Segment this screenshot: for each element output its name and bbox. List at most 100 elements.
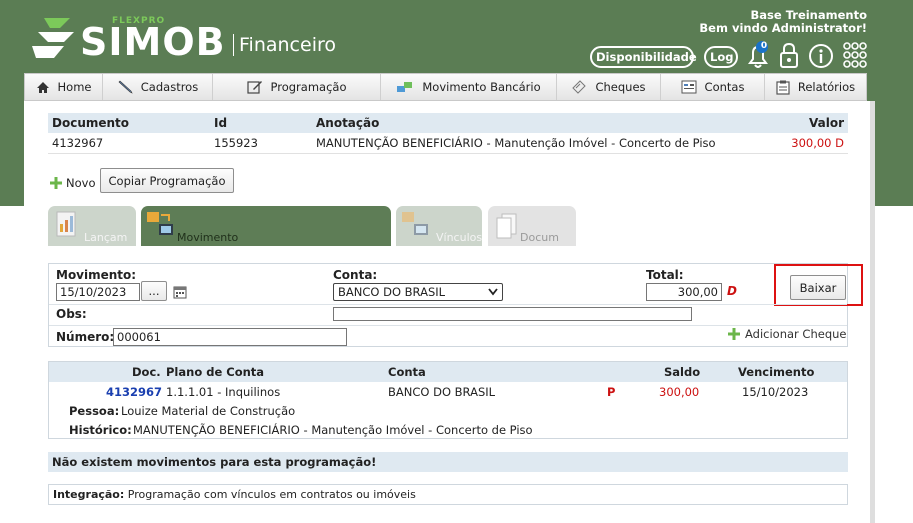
movement-historico-row: Histórico: MANUTENÇÃO BENEFICIÁRIO - Man… — [49, 420, 847, 440]
nav-home[interactable]: Home — [25, 74, 103, 100]
movement-saldo: 300,00 — [659, 385, 700, 399]
novo-link[interactable]: Novo — [50, 176, 95, 190]
report-icon — [776, 80, 790, 95]
adicionar-cheque-link[interactable]: Adicionar Cheque — [728, 327, 847, 341]
total-flag: D — [727, 284, 737, 298]
total-label: Total: — [646, 268, 684, 282]
integracao-info: Integração: Programação com vínculos em … — [48, 484, 848, 505]
documents-icon — [496, 213, 517, 239]
total-input[interactable]: 300,00 — [646, 283, 722, 301]
main-nav: Home Cadastros Programação Movimento Ban… — [24, 73, 867, 101]
col-anotacao: Anotação — [312, 113, 768, 133]
nav-programacao-label: Programação — [270, 80, 347, 94]
edit-icon — [246, 81, 262, 94]
col-saldo: Saldo — [664, 365, 701, 379]
obs-textarea[interactable] — [333, 307, 692, 321]
availability-button[interactable]: Disponibilidade — [590, 46, 697, 68]
col-id: Id — [210, 113, 312, 133]
nav-contas[interactable]: Contas — [661, 74, 765, 100]
movement-pessoa-row: Pessoa: Louize Material de Construção — [49, 401, 847, 421]
cell-documento: 4132967 — [48, 133, 210, 154]
movements-table: Doc. Plano de Conta Conta Saldo Vencimen… — [48, 361, 848, 439]
form-divider — [49, 304, 847, 305]
tab-documentos[interactable]: Docum — [488, 206, 576, 246]
tab-lancamentos[interactable]: Lançam — [48, 206, 136, 246]
log-button[interactable]: Log — [704, 46, 738, 68]
integracao-label: Integração: — [53, 488, 125, 501]
logo-swoosh-icon — [32, 18, 74, 58]
pencil-icon — [118, 80, 133, 94]
document-table: Documento Id Anotação Valor 4132967 1559… — [48, 113, 848, 154]
obs-label: Obs: — [56, 307, 87, 321]
col-doc: Doc. — [132, 365, 161, 379]
lock-icon[interactable] — [778, 41, 800, 71]
nav-cheques[interactable]: Cheques — [557, 74, 661, 100]
app-logo: FLEXPRO SIMOB Financeiro — [30, 14, 350, 64]
cell-id: 155923 — [210, 133, 312, 154]
nav-contas-label: Contas — [704, 80, 745, 94]
accounts-icon — [681, 80, 697, 94]
numero-input[interactable]: 000061 — [113, 328, 347, 346]
col-valor: Valor — [768, 113, 848, 133]
date-picker-button[interactable]: ... — [141, 281, 167, 301]
nav-home-label: Home — [57, 80, 92, 94]
integracao-value: Programação com vínculos em contratos ou… — [127, 488, 416, 501]
conta-select-value: BANCO DO BRASIL — [338, 285, 446, 299]
col-documento: Documento — [48, 113, 210, 133]
movimento-date-input[interactable]: 15/10/2023 — [56, 283, 140, 301]
plus-icon — [728, 328, 740, 340]
tab-movimento[interactable]: Movimento — [141, 206, 391, 246]
logo-module: Financeiro — [233, 34, 336, 56]
col-vencimento: Vencimento — [738, 365, 815, 379]
movement-conta: BANCO DO BRASIL — [388, 385, 496, 399]
copiar-programacao-button[interactable]: Copiar Programação — [100, 168, 234, 193]
nav-relatorios-label: Relatórios — [797, 80, 856, 94]
tab-lancamentos-label: Lançam — [84, 231, 128, 244]
nav-programacao[interactable]: Programação — [213, 74, 381, 100]
baixar-button[interactable]: Baixar — [790, 275, 846, 300]
content-panel: Documento Id Anotação Valor 4132967 1559… — [24, 101, 875, 523]
conta-select[interactable]: BANCO DO BRASIL — [333, 283, 503, 301]
logo-name: SIMOB — [80, 20, 226, 64]
movements-header: Doc. Plano de Conta Conta Saldo Vencimen… — [49, 362, 847, 382]
col-conta: Conta — [388, 365, 426, 379]
tab-vinculos[interactable]: Vínculos — [396, 206, 482, 246]
cell-valor: 300,00 D — [768, 133, 848, 154]
movement-vencimento: 15/10/2023 — [742, 385, 809, 399]
apps-grid-icon[interactable] — [842, 41, 868, 69]
tab-documentos-label: Docum — [520, 231, 559, 244]
pessoa-value: Louize Material de Construção — [121, 404, 296, 418]
novo-label: Novo — [66, 176, 96, 190]
tab-movimento-label: Movimento — [177, 231, 239, 244]
historico-value: MANUTENÇÃO BENEFICIÁRIO - Manutenção Imó… — [133, 423, 533, 437]
col-plano-de-conta: Plano de Conta — [166, 365, 265, 379]
bank-icon — [397, 82, 413, 92]
cell-anotacao: MANUTENÇÃO BENEFICIÁRIO - Manutenção Imó… — [312, 133, 768, 154]
links-icon — [402, 212, 428, 235]
nav-movimento-bancario[interactable]: Movimento Bancário — [381, 74, 557, 100]
transfer-icon — [147, 212, 173, 235]
plus-icon — [50, 177, 62, 189]
baixar-highlight: Baixar — [774, 264, 863, 306]
movement-plano: 1.1.1.01 - Inquilinos — [166, 385, 281, 399]
tab-vinculos-label: Vínculos — [436, 231, 483, 244]
movimento-form: Movimento: 15/10/2023 ... Conta: BANCO D… — [48, 263, 863, 347]
home-icon — [36, 81, 49, 93]
nav-cadastros[interactable]: Cadastros — [103, 74, 213, 100]
conta-label: Conta: — [333, 268, 378, 282]
numero-label: Número: — [56, 330, 115, 344]
pessoa-label: Pessoa: — [69, 404, 120, 418]
nav-cadastros-label: Cadastros — [140, 80, 199, 94]
table-row: 4132967 155923 MANUTENÇÃO BENEFICIÁRIO -… — [48, 133, 848, 154]
historico-label: Histórico: — [69, 423, 132, 437]
movement-flag: P — [607, 385, 616, 399]
nav-relatorios[interactable]: Relatórios — [765, 74, 866, 100]
calendar-icon[interactable] — [173, 284, 187, 299]
movement-doc-link[interactable]: 4132967 — [106, 385, 162, 399]
chevron-down-icon — [488, 288, 498, 296]
form-divider — [49, 325, 847, 326]
info-icon[interactable] — [808, 43, 834, 69]
no-movements-message: Não existem movimentos para esta program… — [48, 452, 848, 472]
check-icon — [572, 80, 587, 94]
movimento-label: Movimento: — [56, 268, 137, 282]
